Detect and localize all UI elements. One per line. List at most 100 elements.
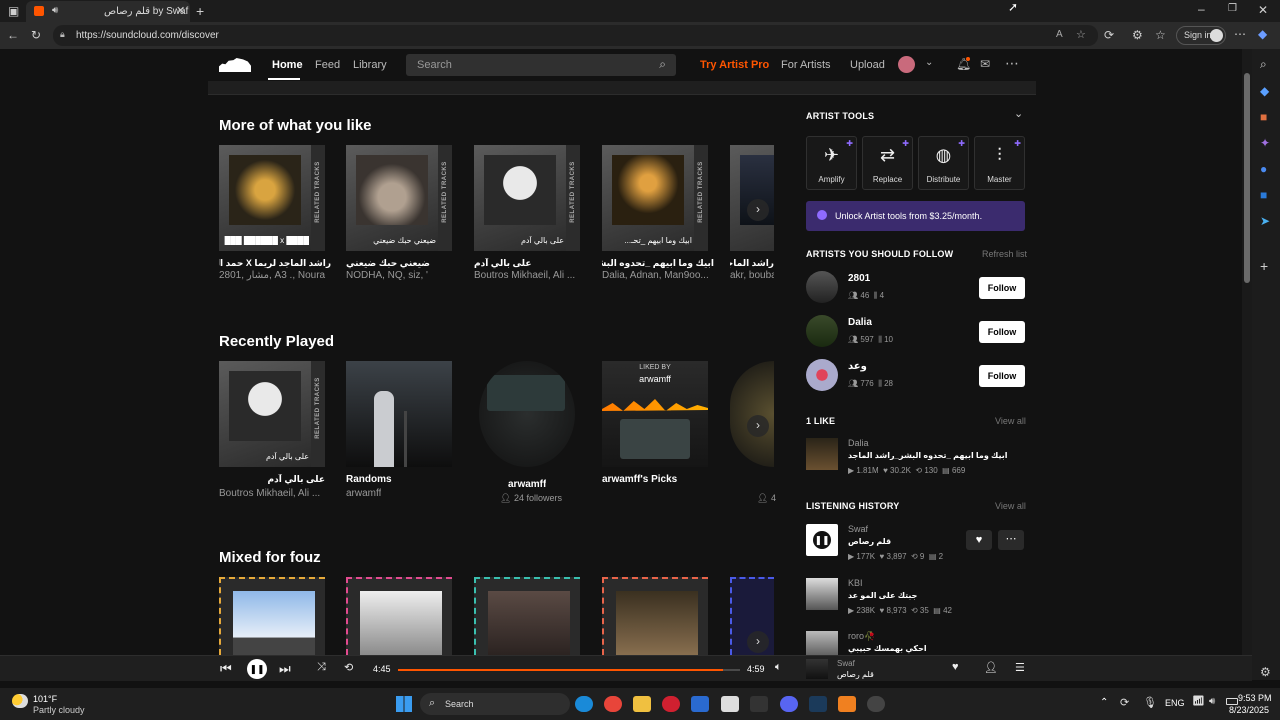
- clock-date[interactable]: 8/23/2025: [1229, 705, 1269, 715]
- taskbar-search[interactable]: ⌕ Search: [420, 693, 570, 715]
- terminal-app-icon[interactable]: [721, 696, 739, 712]
- search-icon[interactable]: ⌕: [659, 57, 666, 72]
- sidebar-games-icon[interactable]: ✦: [1260, 137, 1270, 149]
- extensions-icon[interactable]: ⟳: [1104, 29, 1114, 41]
- recent-card-1[interactable]: RELATED TRACKS على بالي آدم: [219, 361, 325, 467]
- back-icon[interactable]: ←: [7, 29, 19, 41]
- pause-button[interactable]: ❚❚: [247, 659, 267, 679]
- signin-button[interactable]: Sign in: [1176, 26, 1226, 45]
- more-like-card-3-sub[interactable]: Boutros Mikhaeil, Ali ...: [474, 270, 586, 281]
- queue-icon[interactable]: ☰: [1015, 661, 1025, 674]
- try-artist-pro-link[interactable]: Try Artist Pro: [700, 59, 769, 71]
- sidebar-outlook-icon[interactable]: ■: [1260, 189, 1267, 201]
- more-like-card-2-title[interactable]: ضيعني حبك ضيعني: [346, 258, 458, 269]
- favorites-icon[interactable]: ☆: [1155, 29, 1166, 41]
- wifi-icon[interactable]: 📶︎: [1192, 696, 1205, 707]
- scrollbar-thumb[interactable]: [1244, 73, 1250, 283]
- for-artists-link[interactable]: For Artists: [781, 59, 831, 71]
- mixed-card-1[interactable]: [219, 577, 325, 655]
- pause-icon[interactable]: ❚❚: [813, 531, 831, 549]
- player-title[interactable]: قلم رصاص: [837, 670, 874, 679]
- mic-icon[interactable]: 🎙︎: [1143, 696, 1157, 709]
- battery-icon[interactable]: [1226, 698, 1238, 705]
- more-like-card-1[interactable]: RELATED TRACKS ████ x ██████ ███: [219, 145, 325, 251]
- soundcloud-logo-icon[interactable]: [219, 58, 251, 72]
- artist-name[interactable]: Dalia: [848, 317, 872, 328]
- collections-icon[interactable]: ⚙: [1132, 29, 1143, 41]
- more-like-card-1-sub[interactable]: 2801, مشار, A3 ., Noura: [219, 270, 331, 281]
- history-user[interactable]: Swaf: [848, 524, 868, 534]
- mixed-card-3[interactable]: [474, 577, 580, 655]
- nav-feed[interactable]: Feed: [315, 59, 340, 71]
- start-button-icon[interactable]: [396, 696, 412, 712]
- recent-card-5-sub[interactable]: 👤︎ 4: [757, 493, 776, 504]
- mixed-card-2[interactable]: [346, 577, 452, 655]
- history-title[interactable]: قلم رصاص: [848, 537, 891, 546]
- recent-card-3[interactable]: [479, 361, 575, 467]
- opera-app-icon[interactable]: [662, 696, 680, 712]
- more-like-card-2-sub[interactable]: NODHA, NQ, siz, ': [346, 270, 458, 281]
- more-like-card-3[interactable]: RELATED TRACKS على بالي آدم: [474, 145, 580, 251]
- recent-card-1-sub[interactable]: Boutros Mikhaeil, Ali ...: [219, 488, 325, 499]
- outlook-app-icon[interactable]: [691, 696, 709, 712]
- liked-track-title[interactable]: ابيك وما ابيهم _تحدوه البشر_راشد الماجد: [848, 451, 1008, 460]
- mixed-next-arrow-button[interactable]: ›: [747, 631, 769, 653]
- collapse-chevron-icon[interactable]: ⌄: [1014, 109, 1023, 120]
- artist-name[interactable]: وعد: [848, 361, 867, 372]
- read-aloud-icon[interactable]: A: [1056, 29, 1063, 40]
- mixed-card-4[interactable]: [602, 577, 708, 655]
- more-like-card-4[interactable]: RELATED TRACKS ابيك وما ابيهم _تحـ...: [602, 145, 708, 251]
- follow-button[interactable]: Follow: [979, 365, 1025, 387]
- more-like-card-5[interactable]: راشد الماجد: [730, 145, 774, 251]
- sidebar-search-icon[interactable]: ⌕: [1260, 58, 1267, 70]
- player-user[interactable]: Swaf: [837, 659, 855, 668]
- weather-temp[interactable]: 101°F: [33, 694, 57, 704]
- chevron-down-icon[interactable]: ⌄: [925, 57, 933, 68]
- tool-master[interactable]: ⫶ ✚ Master: [974, 136, 1025, 190]
- recent-card-4[interactable]: LIKED BY arwamff: [602, 361, 708, 467]
- recent-card-3-title[interactable]: arwamff: [508, 479, 546, 490]
- steam-app-icon[interactable]: [809, 696, 827, 712]
- other-app-icon[interactable]: [867, 696, 885, 712]
- more-like-card-2[interactable]: RELATED TRACKS ضيعني حبك ضيعني: [346, 145, 452, 251]
- files-app-icon[interactable]: [633, 696, 651, 712]
- page-scrollbar[interactable]: [1242, 49, 1252, 655]
- more-dots-icon[interactable]: ⋯: [1005, 55, 1019, 72]
- more-like-card-5-sub[interactable]: akr, bouba: [730, 270, 774, 281]
- messages-mail-icon[interactable]: ✉: [980, 57, 990, 71]
- tool-amplify[interactable]: ✈︎ ✚ Amplify: [806, 136, 857, 190]
- sidebar-send-icon[interactable]: ➤: [1260, 215, 1270, 227]
- media-app-icon[interactable]: [750, 696, 768, 712]
- recent-card-3-sub[interactable]: 👤︎ 24 followers: [500, 493, 562, 504]
- clock-time[interactable]: 9:53 PM: [1238, 693, 1272, 703]
- more-like-card-4-title[interactable]: ابيك وما ابيهم _تحدوه البشر_راشد الماجد: [602, 258, 714, 269]
- history-title[interactable]: احكي بهمسك حبيبي: [848, 644, 927, 653]
- vlc-app-icon[interactable]: [838, 696, 856, 712]
- history-view-all-link[interactable]: View all: [995, 501, 1026, 511]
- progress-bar[interactable]: [398, 669, 740, 671]
- liked-track-user[interactable]: Dalia: [848, 438, 869, 448]
- refresh-icon[interactable]: ↻: [31, 29, 41, 41]
- shuffle-icon[interactable]: ⤨: [317, 661, 326, 674]
- avatar[interactable]: [806, 271, 838, 303]
- refresh-list-link[interactable]: Refresh list: [982, 249, 1027, 259]
- sidebar-tag-icon[interactable]: ◆: [1260, 85, 1269, 97]
- follow-button[interactable]: Follow: [979, 321, 1025, 343]
- minimize-icon[interactable]: –: [1198, 3, 1205, 15]
- sidebar-copilot-icon[interactable]: ●: [1260, 163, 1267, 175]
- repeat-icon[interactable]: ⟲: [344, 661, 353, 674]
- nav-library[interactable]: Library: [353, 59, 387, 71]
- artist-name[interactable]: 2801: [848, 273, 870, 284]
- favorite-star-icon[interactable]: ☆: [1076, 28, 1086, 41]
- tab-actions-icon[interactable]: ▣: [8, 5, 19, 17]
- new-tab-icon[interactable]: +: [196, 4, 204, 18]
- language-indicator[interactable]: ENG: [1165, 698, 1185, 708]
- previous-icon[interactable]: ⏮︎: [220, 661, 232, 677]
- upload-link[interactable]: Upload: [850, 59, 885, 71]
- recent-card-2-title[interactable]: Randoms: [346, 474, 392, 485]
- avatar[interactable]: [898, 56, 915, 73]
- more-like-card-5-title[interactable]: راشد الماجد |: [730, 258, 774, 269]
- weather-icon[interactable]: [12, 694, 28, 708]
- more-options-button[interactable]: ⋯: [998, 530, 1024, 550]
- unlock-artist-tools-banner[interactable]: Unlock Artist tools from $3.25/month.: [806, 201, 1025, 231]
